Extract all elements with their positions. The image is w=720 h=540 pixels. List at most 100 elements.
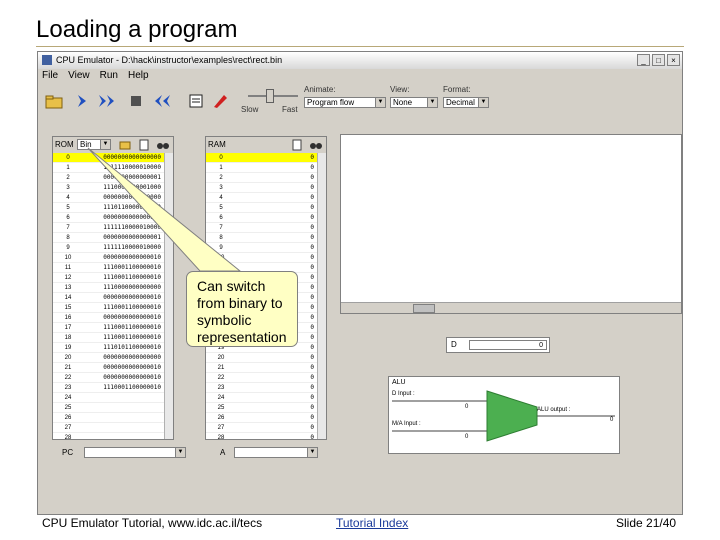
table-row[interactable]: 40 <box>206 193 326 203</box>
row-address: 28 <box>217 435 225 440</box>
menu-run[interactable]: Run <box>100 70 118 81</box>
binoculars-icon[interactable] <box>157 139 169 152</box>
table-row[interactable]: 9 1111110000010000 <box>53 243 173 253</box>
table-row[interactable]: 28 <box>53 433 173 439</box>
table-row[interactable]: 23 1110001100000010 <box>53 383 173 393</box>
maximize-button[interactable]: □ <box>652 54 665 66</box>
table-row[interactable]: 2 0000000000000001 <box>53 173 173 183</box>
table-row[interactable]: 25 <box>53 403 173 413</box>
ram-scrollbar[interactable] <box>317 153 326 439</box>
folder-icon[interactable] <box>119 139 131 152</box>
table-row[interactable]: 70 <box>206 223 326 233</box>
table-row[interactable]: 3 1110001100001000 <box>53 183 173 193</box>
table-row[interactable]: 20 0 <box>206 353 326 363</box>
table-row[interactable]: 5 1110110000010000 <box>53 203 173 213</box>
minimize-button[interactable]: _ <box>637 54 650 66</box>
breakpoints-icon[interactable] <box>210 91 230 111</box>
table-row[interactable]: 11 1110001100000010 <box>53 263 173 273</box>
table-row[interactable]: 22 0 <box>206 373 326 383</box>
table-row[interactable]: 18 1110001100000010 <box>53 333 173 343</box>
table-row[interactable]: 26 <box>53 413 173 423</box>
table-row[interactable]: 0 0000000000000000 <box>53 153 173 163</box>
row-address: 19 <box>64 345 72 351</box>
menu-file[interactable]: File <box>42 70 58 81</box>
speed-slider[interactable] <box>248 89 298 103</box>
row-address: 18 <box>64 335 72 341</box>
table-row[interactable]: 24 0 <box>206 393 326 403</box>
chevron-down-icon: ▼ <box>478 98 488 107</box>
rom-scrollbar[interactable] <box>164 153 173 439</box>
table-row[interactable]: 14 0000000000000010 <box>53 293 173 303</box>
table-row[interactable]: 20 0000000000000000 <box>53 353 173 363</box>
table-row[interactable]: 80 <box>206 233 326 243</box>
tutorial-index-link[interactable]: Tutorial Index <box>336 516 408 530</box>
single-step-icon[interactable] <box>73 91 93 111</box>
reset-icon[interactable] <box>152 91 172 111</box>
table-row[interactable]: 27 0 <box>206 423 326 433</box>
table-row[interactable]: 25 0 <box>206 403 326 413</box>
row-value: 1110001100000010 <box>103 264 161 271</box>
table-row[interactable]: 50 <box>206 203 326 213</box>
menu-help[interactable]: Help <box>128 70 149 81</box>
format-select-value: Decimal <box>446 98 475 107</box>
row-value: 1111110000010000 <box>103 224 161 231</box>
table-row[interactable]: 10 0000000000000010 <box>53 253 173 263</box>
row-address: 15 <box>64 305 72 311</box>
script-icon[interactable] <box>186 91 206 111</box>
table-row[interactable]: 21 0000000000000010 <box>53 363 173 373</box>
table-row[interactable]: 60 <box>206 213 326 223</box>
binoculars-icon[interactable] <box>310 139 322 152</box>
table-row[interactable]: 1 1111110000010000 <box>53 163 173 173</box>
stop-icon[interactable] <box>126 91 146 111</box>
table-row[interactable]: 12 1110001100000010 <box>53 273 173 283</box>
table-row[interactable]: 6 0000000000000000 <box>53 213 173 223</box>
window-titlebar: CPU Emulator - D:\hack\instructor\exampl… <box>38 52 682 69</box>
table-row[interactable]: 22 0000000000000010 <box>53 373 173 383</box>
row-value: 0 <box>310 214 314 221</box>
row-value: 0 <box>310 184 314 191</box>
table-row[interactable]: 17 1110001100000010 <box>53 323 173 333</box>
row-address: 26 <box>217 415 225 421</box>
d-value-field[interactable]: 0 <box>469 340 547 350</box>
clear-icon[interactable] <box>292 139 302 153</box>
table-row[interactable]: 23 0 <box>206 383 326 393</box>
row-address: 10 <box>217 255 225 261</box>
table-row[interactable]: 90 <box>206 243 326 253</box>
table-row[interactable]: 30 <box>206 183 326 193</box>
table-row[interactable]: 21 0 <box>206 363 326 373</box>
a-value-field[interactable]: ▼ <box>234 447 318 458</box>
row-value: 0 <box>310 354 314 361</box>
table-row[interactable]: 7 1111110000010000 <box>53 223 173 233</box>
table-row[interactable]: 15 1110001100000010 <box>53 303 173 313</box>
clear-icon[interactable] <box>139 139 149 153</box>
ram-label: RAM <box>208 140 226 149</box>
close-button[interactable]: × <box>667 54 680 66</box>
run-icon[interactable] <box>97 91 117 111</box>
table-row[interactable]: 10 0 <box>206 253 326 263</box>
table-row[interactable]: 4 0000000000000000 <box>53 193 173 203</box>
table-row[interactable]: 8 0000000000000001 <box>53 233 173 243</box>
d-label: D <box>451 340 457 349</box>
table-row[interactable]: 10 <box>206 163 326 173</box>
pc-value-field[interactable]: ▼ <box>84 447 186 458</box>
screen-scrollbar[interactable] <box>341 302 681 313</box>
row-address: 5 <box>66 205 70 211</box>
table-row[interactable]: 19 1110101100000010 <box>53 343 173 353</box>
format-select[interactable]: Decimal ▼ <box>443 97 489 108</box>
table-row[interactable]: 27 <box>53 423 173 433</box>
rom-format-select[interactable]: Bin ▼ <box>77 139 111 150</box>
table-row[interactable]: 00 <box>206 153 326 163</box>
table-row[interactable]: 13 1110000000000000 <box>53 283 173 293</box>
table-row[interactable]: 20 <box>206 173 326 183</box>
table-row[interactable]: 24 <box>53 393 173 403</box>
animate-select[interactable]: Program flow ▼ <box>304 97 386 108</box>
chevron-down-icon: ▼ <box>307 448 317 457</box>
table-row[interactable]: 26 0 <box>206 413 326 423</box>
view-select[interactable]: None ▼ <box>390 97 438 108</box>
table-row[interactable]: 28 0 <box>206 433 326 440</box>
menu-view[interactable]: View <box>68 70 90 81</box>
row-value <box>83 423 173 432</box>
table-row[interactable]: 16 0000000000000010 <box>53 313 173 323</box>
load-program-icon[interactable] <box>44 91 64 111</box>
d-value: 0 <box>539 342 543 349</box>
